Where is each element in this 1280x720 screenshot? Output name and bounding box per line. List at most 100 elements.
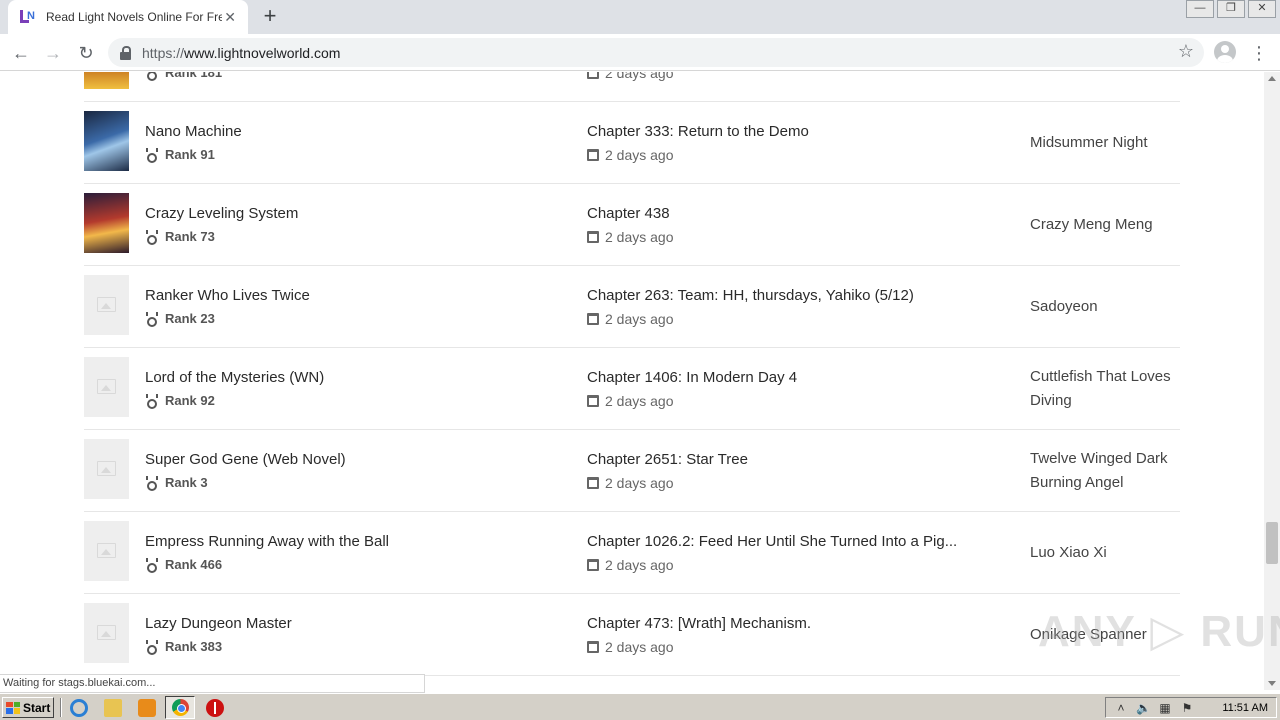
rank-text: Rank 73 xyxy=(165,229,215,244)
page-viewport: Rank 181 2 days ago god Nano Machine Rank 91… xyxy=(0,72,1264,678)
novel-row[interactable]: Empress Running Away with the Ball Rank 4… xyxy=(84,512,1180,594)
novel-cover-image[interactable] xyxy=(84,357,129,417)
file-explorer-icon[interactable] xyxy=(104,699,122,717)
novel-cover-image[interactable] xyxy=(84,439,129,499)
start-button[interactable]: Start xyxy=(2,697,54,718)
tab-lightnovelworld[interactable]: N Read Light Novels Online For Free | L … xyxy=(8,0,248,34)
novel-rank: Rank 3 xyxy=(145,475,208,491)
novel-title[interactable]: Ranker Who Lives Twice xyxy=(145,287,310,304)
calendar-icon xyxy=(587,641,599,653)
novel-row[interactable]: Rank 181 2 days ago god xyxy=(84,72,1180,102)
windows-logo-icon xyxy=(6,701,20,714)
forward-arrow-icon[interactable]: → xyxy=(40,40,66,66)
tab-close-icon[interactable]: ✕ xyxy=(222,9,238,26)
action-center-flag-icon[interactable]: ⚑ xyxy=(1180,701,1194,715)
medal-icon xyxy=(145,558,159,573)
profile-avatar-icon[interactable] xyxy=(1214,41,1236,63)
minimize-button[interactable]: — xyxy=(1186,0,1214,18)
taskbar-chrome-button[interactable] xyxy=(165,696,195,719)
reload-icon[interactable]: ↻ xyxy=(73,40,99,66)
window-controls: — ❐ ✕ xyxy=(1183,0,1276,18)
novel-row[interactable]: Lazy Dungeon Master Rank 383 Chapter 473: … xyxy=(84,594,1180,676)
vertical-scrollbar[interactable] xyxy=(1264,72,1280,690)
novel-title[interactable]: Empress Running Away with the Ball xyxy=(145,533,389,550)
updated-text: 2 days ago xyxy=(605,393,674,409)
novel-title[interactable]: Nano Machine xyxy=(145,123,242,140)
new-tab-button[interactable]: + xyxy=(258,5,282,29)
rank-text: Rank 3 xyxy=(165,475,208,490)
novel-cover-image[interactable] xyxy=(84,603,129,663)
novel-row[interactable]: Super God Gene (Web Novel) Rank 3 Chapter … xyxy=(84,430,1180,512)
updated-text: 2 days ago xyxy=(605,147,674,163)
restore-button[interactable]: ❐ xyxy=(1217,0,1245,18)
novel-cover-image[interactable] xyxy=(84,521,129,581)
tray-expand-icon[interactable]: ˄ xyxy=(1114,701,1128,715)
calendar-icon xyxy=(587,72,599,79)
browser-toolbar: ← → ↻ https://www.lightnovelworld.com ☆ … xyxy=(0,34,1280,71)
taskbar-clock[interactable]: 11:51 AM xyxy=(1222,702,1268,714)
rank-text: Rank 23 xyxy=(165,311,215,326)
novel-author: Twelve Winged Dark Burning Angel xyxy=(1030,450,1168,491)
novel-row[interactable]: Nano Machine Rank 91 Chapter 333: Return t… xyxy=(84,102,1180,184)
novel-row[interactable]: Lord of the Mysteries (WN) Rank 92 Chapter… xyxy=(84,348,1180,430)
scroll-down-arrow-icon[interactable] xyxy=(1268,681,1276,686)
novel-title[interactable]: Super God Gene (Web Novel) xyxy=(145,451,346,468)
medal-icon xyxy=(145,640,159,655)
security-app-icon[interactable] xyxy=(206,699,224,717)
novel-title[interactable]: Lazy Dungeon Master xyxy=(145,615,292,632)
novel-list: Rank 181 2 days ago god Nano Machine Rank 91… xyxy=(84,72,1180,676)
calendar-icon xyxy=(587,477,599,489)
latest-chapter-link[interactable]: Chapter 263: Team: HH, thursdays, Yahiko… xyxy=(587,287,914,304)
calendar-icon xyxy=(587,559,599,571)
latest-chapter-link[interactable]: Chapter 333: Return to the Demo xyxy=(587,123,809,140)
updated-text: 2 days ago xyxy=(605,311,674,327)
novel-rank: Rank 181 xyxy=(145,72,223,81)
novel-rank: Rank 383 xyxy=(145,639,222,655)
rank-text: Rank 181 xyxy=(165,72,223,80)
start-label: Start xyxy=(23,700,51,715)
scrollbar-thumb[interactable] xyxy=(1266,522,1278,564)
novel-cover-image[interactable] xyxy=(84,275,129,335)
updated-text: 2 days ago xyxy=(605,639,674,655)
close-window-button[interactable]: ✕ xyxy=(1248,0,1276,18)
novel-title[interactable]: Crazy Leveling System xyxy=(145,205,298,222)
volume-icon[interactable]: 🔈 xyxy=(1136,701,1151,715)
scroll-up-arrow-icon[interactable] xyxy=(1268,76,1276,81)
lock-icon[interactable] xyxy=(120,45,132,60)
anyrun-watermark: ANY ▷ RUN xyxy=(1038,607,1280,656)
latest-chapter-link[interactable]: Chapter 2651: Star Tree xyxy=(587,451,748,468)
medal-icon xyxy=(145,148,159,163)
novel-cover-image[interactable] xyxy=(84,193,129,253)
novel-row[interactable]: Ranker Who Lives Twice Rank 23 Chapter 263… xyxy=(84,266,1180,348)
novel-author: Crazy Meng Meng xyxy=(1030,216,1153,233)
media-player-icon[interactable] xyxy=(138,699,156,717)
internet-explorer-icon[interactable] xyxy=(70,699,88,717)
latest-chapter-link[interactable]: Chapter 473: [Wrath] Mechanism. xyxy=(587,615,811,632)
medal-icon xyxy=(145,476,159,491)
updated-time: 2 days ago xyxy=(587,147,674,163)
latest-chapter-link[interactable]: Chapter 1026.2: Feed Her Until She Turne… xyxy=(587,533,957,550)
network-icon[interactable]: ▦ xyxy=(1158,701,1172,715)
bookmark-star-icon[interactable]: ☆ xyxy=(1178,41,1194,62)
novel-author: god xyxy=(1030,72,1180,102)
calendar-icon xyxy=(587,313,599,325)
novel-title[interactable]: Lord of the Mysteries (WN) xyxy=(145,369,324,386)
novel-author: Cuttlefish That Loves Diving xyxy=(1030,368,1171,409)
back-arrow-icon[interactable]: ← xyxy=(8,40,34,66)
novel-row[interactable]: Crazy Leveling System Rank 73 Chapter 438 2… xyxy=(84,184,1180,266)
latest-chapter-link[interactable]: Chapter 438 xyxy=(587,205,670,222)
novel-author: Sadoyeon xyxy=(1030,298,1098,315)
address-bar[interactable]: https://www.lightnovelworld.com ☆ xyxy=(108,38,1204,67)
updated-time: 2 days ago xyxy=(587,72,674,81)
calendar-icon xyxy=(587,149,599,161)
novel-cover-image[interactable] xyxy=(84,111,129,171)
site-favicon-icon: N xyxy=(20,9,36,25)
calendar-icon xyxy=(587,395,599,407)
novel-rank: Rank 73 xyxy=(145,229,215,245)
rank-text: Rank 466 xyxy=(165,557,223,572)
medal-icon xyxy=(145,312,159,327)
rank-text: Rank 91 xyxy=(165,147,215,162)
latest-chapter-link[interactable]: Chapter 1406: In Modern Day 4 xyxy=(587,369,797,386)
kebab-menu-icon[interactable]: ⋮ xyxy=(1250,40,1268,66)
novel-cover-image[interactable] xyxy=(84,72,129,89)
